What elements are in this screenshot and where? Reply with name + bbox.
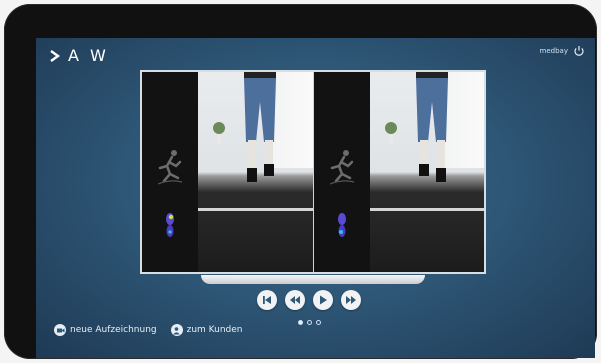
footprint-heatmap-icon [166, 213, 174, 237]
brand-logo[interactable]: A W [48, 46, 109, 65]
footer-actions: neue Aufzeichnung zum Kunden [54, 324, 243, 336]
to-customer-label: zum Kunden [186, 325, 243, 335]
new-recording-button[interactable]: neue Aufzeichnung [54, 324, 157, 336]
video-pane-left[interactable] [142, 72, 314, 272]
to-customer-button[interactable]: zum Kunden [170, 324, 243, 336]
chevron-right-icon [50, 49, 61, 62]
play-icon [320, 295, 327, 305]
topbar-user: medbay [540, 45, 585, 57]
page-dot[interactable] [316, 320, 321, 325]
runner-icon [157, 150, 183, 185]
page-dot[interactable] [298, 320, 303, 325]
plant-image [213, 122, 225, 144]
user-label: medbay [539, 47, 568, 55]
power-icon[interactable] [573, 45, 585, 57]
tablet-frame: A W medbay neue Aufzeichnung zum Kunden [4, 4, 597, 359]
camera-view [369, 72, 484, 272]
skip-back-icon [263, 296, 271, 304]
timeline-scrubber[interactable] [201, 275, 425, 284]
fast-forward-button[interactable] [341, 290, 361, 310]
page-indicator [298, 320, 321, 325]
rewind-button[interactable] [285, 290, 305, 310]
app-screen: A W medbay neue Aufzeichnung zum Kunden [36, 38, 595, 358]
camera-view [198, 72, 313, 272]
footprint-heatmap-icon [337, 213, 346, 237]
video-pane-right[interactable] [313, 72, 484, 272]
new-recording-label: neue Aufzeichnung [70, 325, 157, 335]
fast-forward-icon [346, 296, 356, 304]
play-button[interactable] [313, 290, 333, 310]
treadmill-edge [369, 208, 484, 211]
analysis-side-panel [313, 72, 370, 272]
rewind-icon [290, 296, 300, 304]
camera-icon [54, 324, 66, 336]
plant-image [384, 122, 397, 144]
runner-icon [329, 150, 354, 185]
analysis-side-panel [142, 72, 198, 272]
runner-legs-image [415, 72, 448, 182]
runner-legs-image [244, 72, 276, 182]
treadmill-edge [198, 208, 313, 211]
page-dot[interactable] [307, 320, 312, 325]
skip-to-start-button[interactable] [257, 290, 277, 310]
brand-logo-text: A W [68, 46, 109, 65]
user-icon [170, 324, 183, 336]
playback-controls [257, 290, 361, 310]
video-comparison-viewer [140, 70, 486, 274]
